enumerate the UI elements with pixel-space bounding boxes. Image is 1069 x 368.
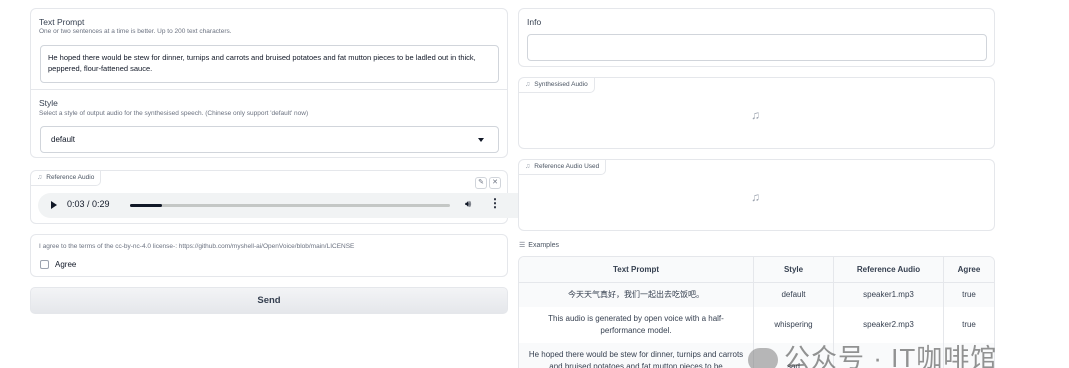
more-options-icon[interactable]: ⋮ <box>489 196 501 210</box>
info-textbox[interactable] <box>527 34 987 61</box>
list-icon: ☰ <box>519 242 526 249</box>
agree-label[interactable]: Agree <box>55 260 76 269</box>
style-info: Select a style of output audio for the s… <box>39 110 309 117</box>
audio-seek-bar[interactable] <box>130 204 450 207</box>
music-note-icon: ♫ <box>751 108 760 122</box>
table-cell: default <box>754 283 834 307</box>
synthesised-audio-label: Synthesised Audio <box>534 81 588 88</box>
examples-label: Examples <box>528 242 560 249</box>
reference-audio-label: Reference Audio <box>46 174 95 181</box>
license-panel: I agree to the terms of the cc-by-nc-4.0… <box>30 234 508 277</box>
audio-player[interactable]: 0:03 / 0:29 🔊︎ ⋮ <box>38 193 531 218</box>
music-note-icon: ♫ <box>37 174 43 181</box>
column-header-style: Style <box>754 257 834 283</box>
clear-icon[interactable]: ✕ <box>489 177 501 189</box>
table-cell: He hoped there would be stew for dinner,… <box>519 343 754 368</box>
table-cell: 今天天气真好，我们一起出去吃饭吧。 <box>519 283 754 307</box>
text-prompt-panel: Text Prompt One or two sentences at a ti… <box>30 8 508 90</box>
music-note-icon: ♫ <box>751 190 760 204</box>
watermark-text: 公众号 · IT咖啡馆 <box>784 343 998 368</box>
column-header-agree: Agree <box>944 257 994 283</box>
synthesised-audio-tag: ♫ Synthesised Audio <box>519 78 595 93</box>
play-icon[interactable] <box>51 201 57 209</box>
wechat-icon <box>748 348 778 368</box>
column-header-text-prompt: Text Prompt <box>519 257 754 283</box>
table-row[interactable]: 今天天气真好，我们一起出去吃饭吧。 default speaker1.mp3 t… <box>519 283 994 307</box>
examples-header: ☰ Examples <box>519 241 559 249</box>
reference-audio-used-label: Reference Audio Used <box>534 163 600 170</box>
reference-audio-tag: ♫ Reference Audio <box>31 171 102 186</box>
column-header-reference-audio: Reference Audio <box>834 257 944 283</box>
send-button[interactable]: Send <box>30 287 508 314</box>
music-note-icon: ♫ <box>525 163 531 170</box>
watermark: 公众号 · IT咖啡馆 <box>748 338 997 368</box>
audio-seek-progress <box>130 204 162 207</box>
text-prompt-label: Text Prompt <box>39 17 85 27</box>
style-selected-value: default <box>51 135 76 144</box>
edit-icon[interactable]: ✎ <box>475 177 487 189</box>
text-prompt-input[interactable]: He hoped there would be stew for dinner,… <box>40 45 499 83</box>
table-header-row: Text Prompt Style Reference Audio Agree <box>519 257 994 283</box>
reference-audio-used-panel: ♫ Reference Audio Used ♫ <box>518 159 995 231</box>
volume-icon[interactable]: 🔊︎ <box>465 199 471 210</box>
reference-audio-used-tag: ♫ Reference Audio Used <box>519 160 607 175</box>
style-panel: Style Select a style of output audio for… <box>30 89 508 158</box>
license-text: I agree to the terms of the cc-by-nc-4.0… <box>39 243 355 250</box>
style-dropdown[interactable]: default <box>40 126 499 153</box>
table-cell: true <box>944 283 994 307</box>
reference-audio-panel: ♫ Reference Audio ✎ ✕ 0:03 / 0:29 🔊︎ ⋮ <box>30 170 531 224</box>
audio-time: 0:03 / 0:29 <box>67 199 110 209</box>
chevron-down-icon <box>478 138 484 142</box>
info-panel: Info <box>518 8 995 67</box>
table-cell: speaker1.mp3 <box>834 283 944 307</box>
style-label: Style <box>39 98 58 108</box>
agree-checkbox[interactable] <box>40 260 49 269</box>
table-cell: This audio is generated by open voice wi… <box>519 307 754 343</box>
synthesised-audio-panel: ♫ Synthesised Audio ♫ <box>518 77 995 149</box>
info-label: Info <box>527 17 542 27</box>
text-prompt-info: One or two sentences at a time is better… <box>39 28 232 35</box>
music-note-icon: ♫ <box>525 81 531 88</box>
